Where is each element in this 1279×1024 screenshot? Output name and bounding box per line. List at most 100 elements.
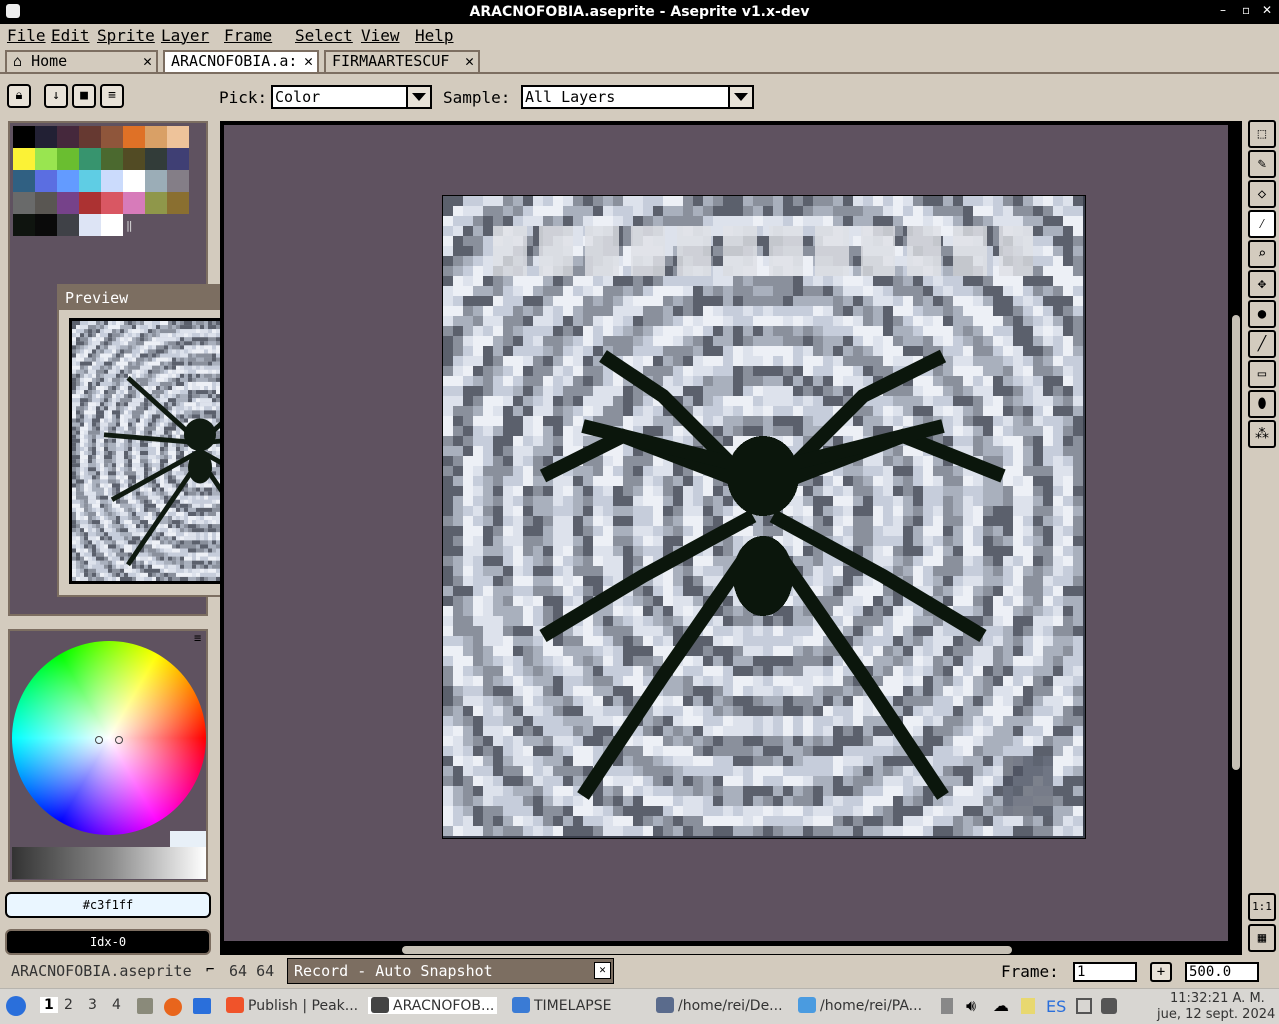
chat-icon[interactable]: [1101, 998, 1117, 1014]
drop-button[interactable]: ↓: [44, 84, 68, 108]
palette-swatch[interactable]: [35, 148, 57, 170]
palette-swatch[interactable]: [167, 170, 189, 192]
palette-swatch[interactable]: [101, 126, 123, 148]
palette-swatch[interactable]: [123, 148, 145, 170]
palette-swatch[interactable]: [13, 214, 35, 236]
wheel-cursor[interactable]: [115, 736, 123, 744]
wheel-cursor[interactable]: [95, 736, 103, 744]
tab-home[interactable]: ⌂ Home ✕: [5, 50, 158, 72]
palette-resize-icon[interactable]: ‖: [126, 219, 133, 232]
task-timelapse[interactable]: TIMELAPSE: [512, 997, 611, 1014]
palette-swatch[interactable]: [123, 126, 145, 148]
close-tab-icon[interactable]: ✕: [143, 52, 152, 71]
palette-swatch[interactable]: [145, 148, 167, 170]
close-icon[interactable]: ✕: [1262, 3, 1272, 17]
palette-swatch[interactable]: [167, 126, 189, 148]
palette-swatch[interactable]: [145, 170, 167, 192]
tab-aracnofobia[interactable]: ARACNOFOBIA.a: ✕: [163, 50, 319, 72]
close-icon[interactable]: ✕: [594, 962, 611, 979]
task-aseprite[interactable]: ARACNOFOB...: [368, 997, 498, 1014]
volume-icon[interactable]: 🔊︎: [966, 996, 976, 1016]
color-index-field[interactable]: Idx-0: [5, 929, 211, 955]
cloud-icon[interactable]: ☁: [993, 996, 1009, 1015]
file-manager-icon[interactable]: [137, 998, 153, 1014]
options-button[interactable]: ≡: [100, 84, 124, 108]
palette-swatch[interactable]: [79, 214, 101, 236]
pick-select[interactable]: Color: [271, 85, 432, 109]
desktop-icon[interactable]: [193, 998, 211, 1014]
zoom-1-1-button[interactable]: 1:1: [1248, 893, 1276, 921]
palette-swatch[interactable]: [79, 192, 101, 214]
vertical-scrollbar[interactable]: [1232, 315, 1240, 770]
sample-select[interactable]: All Layers: [521, 85, 754, 109]
close-tab-icon[interactable]: ✕: [465, 52, 474, 71]
palette-swatch[interactable]: [145, 192, 167, 214]
sprite-canvas[interactable]: [442, 195, 1086, 839]
editor-canvas[interactable]: [220, 121, 1242, 955]
eraser-tool[interactable]: ◇: [1248, 180, 1276, 208]
horizontal-scrollbar[interactable]: [402, 946, 1012, 954]
minimize-icon[interactable]: –: [1220, 3, 1226, 17]
firefox-icon[interactable]: [164, 998, 182, 1016]
menu-edit[interactable]: Edit: [51, 26, 90, 45]
eyedropper-tool[interactable]: ⁄: [1248, 210, 1276, 238]
palette-swatch[interactable]: [101, 214, 123, 236]
menu-help[interactable]: Help: [415, 26, 454, 45]
palette-swatch[interactable]: [13, 126, 35, 148]
palette-grid[interactable]: [13, 126, 189, 236]
palette-swatch[interactable]: [79, 126, 101, 148]
network-icon[interactable]: [1076, 998, 1092, 1014]
palette-swatch[interactable]: [57, 170, 79, 192]
zoom-tool[interactable]: ⌕: [1248, 240, 1276, 268]
add-frame-button[interactable]: +: [1150, 962, 1172, 982]
palette-swatch[interactable]: [145, 126, 167, 148]
workspace-3[interactable]: 3: [88, 997, 97, 1013]
palette-swatch[interactable]: [101, 192, 123, 214]
menu-sprite[interactable]: Sprite: [97, 26, 155, 45]
shade-bar[interactable]: [12, 847, 206, 879]
task-home-de[interactable]: /home/rei/De...: [656, 997, 783, 1014]
chevron-down-icon[interactable]: [728, 85, 754, 109]
menu-view[interactable]: View: [361, 26, 400, 45]
palette-swatch[interactable]: [79, 170, 101, 192]
editor-background[interactable]: [224, 125, 1240, 954]
start-menu-icon[interactable]: [6, 996, 26, 1016]
palette-swatch[interactable]: [57, 192, 79, 214]
keyboard-layout[interactable]: ES: [1046, 997, 1066, 1016]
pencil-tool[interactable]: ✎: [1248, 150, 1276, 178]
chevron-down-icon[interactable]: [406, 85, 432, 109]
palette-swatch[interactable]: [35, 126, 57, 148]
menu-frame[interactable]: Frame: [224, 26, 272, 45]
sprite-art[interactable]: [443, 196, 1083, 836]
palette-swatch[interactable]: [13, 148, 35, 170]
color-wheel[interactable]: [12, 641, 206, 835]
workspace-2[interactable]: 2: [64, 997, 73, 1013]
palette-swatch[interactable]: [123, 192, 145, 214]
square-button[interactable]: ■: [72, 84, 96, 108]
palette-swatch[interactable]: [35, 192, 57, 214]
task-publish[interactable]: Publish | Peak...: [226, 997, 358, 1014]
line-tool[interactable]: ╱: [1248, 330, 1276, 358]
timeline-button[interactable]: ▦: [1248, 924, 1276, 952]
zoom-field[interactable]: 500.0: [1185, 962, 1259, 982]
frame-field[interactable]: 1: [1073, 962, 1137, 982]
task-home-pa[interactable]: /home/rei/PA...: [798, 997, 922, 1014]
palette-swatch[interactable]: [79, 148, 101, 170]
palette-swatch[interactable]: [57, 126, 79, 148]
palette-swatch[interactable]: [13, 192, 35, 214]
palette-swatch[interactable]: [167, 148, 189, 170]
close-tab-icon[interactable]: ✕: [304, 52, 313, 71]
tab-firmaartescuf[interactable]: FIRMAARTESCUF ✕: [324, 50, 480, 72]
palette-swatch[interactable]: [101, 170, 123, 192]
clipboard-icon[interactable]: [941, 998, 953, 1014]
workspace-1[interactable]: 1: [40, 997, 58, 1013]
maximize-icon[interactable]: ▫: [1242, 3, 1250, 17]
palette-swatch[interactable]: [101, 148, 123, 170]
palette-swatch[interactable]: [123, 170, 145, 192]
menu-layer[interactable]: Layer: [161, 26, 209, 45]
move-tool[interactable]: ✥: [1248, 270, 1276, 298]
hex-color-field[interactable]: #c3f1ff: [5, 892, 211, 918]
palette-swatch[interactable]: [13, 170, 35, 192]
palette-swatch[interactable]: [167, 192, 189, 214]
marquee-tool[interactable]: ⬚: [1248, 120, 1276, 148]
